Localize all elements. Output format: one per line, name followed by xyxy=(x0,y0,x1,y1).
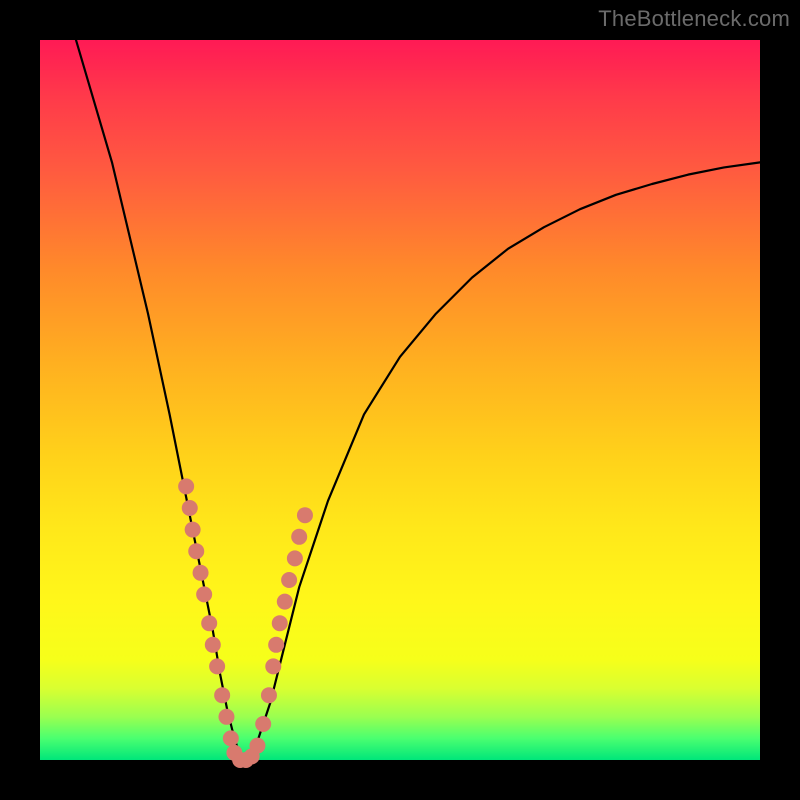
scatter-dot xyxy=(185,522,201,538)
scatter-dot xyxy=(287,550,303,566)
scatter-dot xyxy=(261,687,277,703)
scatter-dot xyxy=(196,586,212,602)
scatter-dot xyxy=(214,687,230,703)
scatter-dot xyxy=(272,615,288,631)
chart-svg xyxy=(40,40,760,760)
plot-area xyxy=(40,40,760,760)
scatter-dot xyxy=(218,709,234,725)
scatter-dot xyxy=(223,730,239,746)
scatter-dot xyxy=(297,507,313,523)
scatter-dot xyxy=(265,658,281,674)
scatter-dot xyxy=(281,572,297,588)
scatter-dot xyxy=(193,565,209,581)
scatter-dot xyxy=(201,615,217,631)
scatter-dot xyxy=(188,543,204,559)
scatter-dot xyxy=(182,500,198,516)
scatter-dot xyxy=(209,658,225,674)
watermark-text: TheBottleneck.com xyxy=(598,6,790,32)
scatter-layer xyxy=(178,478,313,768)
scatter-dot xyxy=(205,637,221,653)
scatter-dot xyxy=(291,529,307,545)
bottleneck-curve xyxy=(76,40,760,760)
scatter-dot xyxy=(249,738,265,754)
scatter-dot xyxy=(268,637,284,653)
scatter-dot xyxy=(255,716,271,732)
scatter-dot xyxy=(277,594,293,610)
scatter-dot xyxy=(178,478,194,494)
chart-frame: TheBottleneck.com xyxy=(0,0,800,800)
